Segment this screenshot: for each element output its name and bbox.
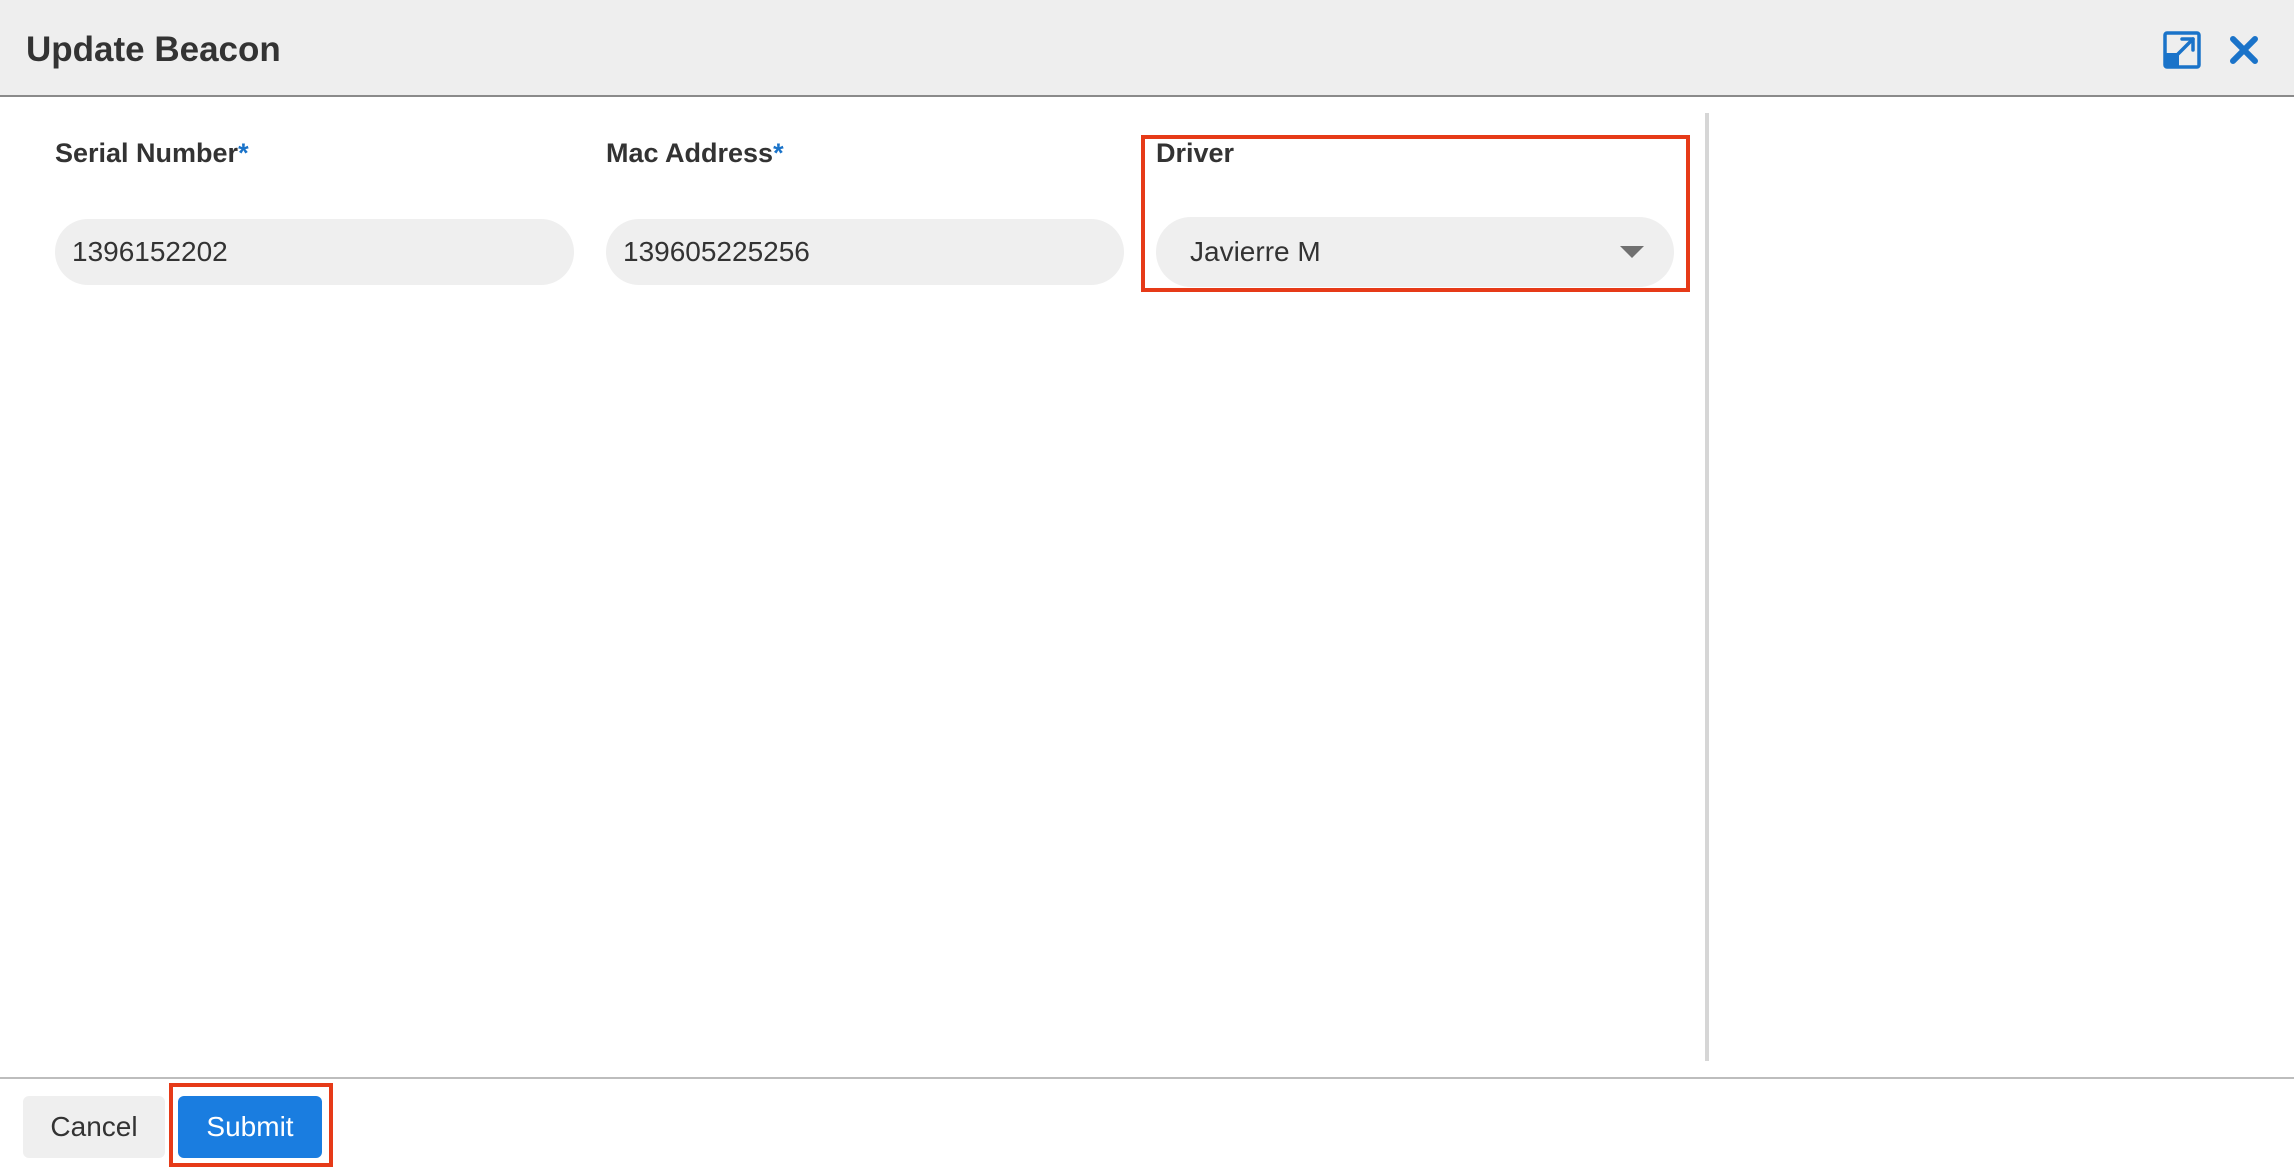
update-beacon-dialog: Update Beacon Serial Number* Mac Address… bbox=[0, 0, 2294, 1172]
required-marker: * bbox=[238, 138, 249, 168]
footer-divider bbox=[0, 1077, 2294, 1079]
serial-number-label: Serial Number* bbox=[55, 138, 249, 168]
driver-select[interactable]: Javierre M bbox=[1156, 217, 1674, 287]
dialog-header: Update Beacon bbox=[0, 0, 2294, 97]
driver-label: Driver bbox=[1156, 138, 1235, 168]
cancel-button[interactable]: Cancel bbox=[23, 1096, 165, 1158]
expand-button[interactable] bbox=[2160, 28, 2204, 72]
submit-button[interactable]: Submit bbox=[178, 1096, 322, 1158]
mac-address-input[interactable] bbox=[606, 219, 1124, 285]
serial-number-input[interactable] bbox=[55, 219, 574, 285]
driver-selected-value: Javierre M bbox=[1190, 236, 1321, 267]
caret-down-icon bbox=[1620, 246, 1644, 258]
serial-number-field: Serial Number* bbox=[55, 137, 574, 285]
mac-address-field: Mac Address* bbox=[606, 137, 1124, 285]
close-icon bbox=[2230, 36, 2258, 64]
vertical-divider bbox=[1705, 113, 1709, 1061]
driver-field: Driver Javierre M bbox=[1156, 137, 1674, 287]
expand-window-icon bbox=[2163, 31, 2201, 69]
close-button[interactable] bbox=[2222, 28, 2266, 72]
mac-address-label: Mac Address* bbox=[606, 138, 784, 168]
required-marker: * bbox=[773, 138, 784, 168]
dialog-title: Update Beacon bbox=[26, 30, 281, 69]
